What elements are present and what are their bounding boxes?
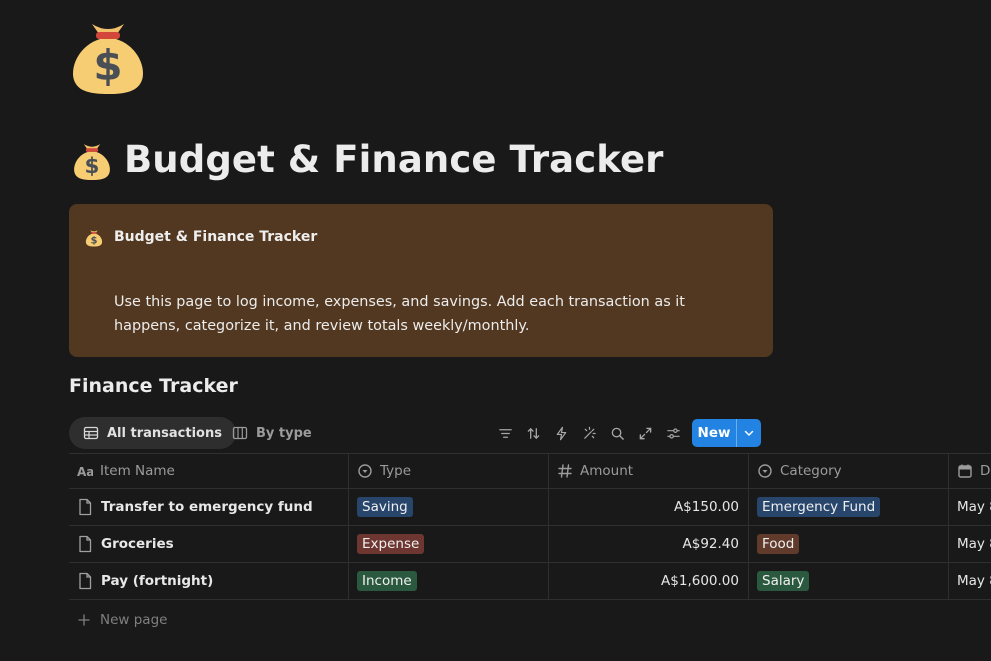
category-tag: Salary <box>757 571 810 591</box>
new-page-label: New page <box>100 612 168 628</box>
date-cell[interactable]: May 8 <box>948 526 991 562</box>
page-icon <box>79 498 92 516</box>
new-button[interactable]: New <box>692 419 761 447</box>
item-name-cell[interactable]: Transfer to emergency fund <box>69 489 348 525</box>
category-cell[interactable]: Emergency Fund <box>748 489 948 525</box>
filter-icon[interactable] <box>494 423 516 443</box>
type-cell[interactable]: Saving <box>348 489 548 525</box>
type-cell[interactable]: Expense <box>348 526 548 562</box>
date-cell[interactable]: May 8 <box>948 489 991 525</box>
category-tag: Food <box>757 534 800 554</box>
type-tag: Income <box>357 571 417 591</box>
category-cell[interactable]: Salary <box>748 563 948 599</box>
table-icon <box>83 426 99 440</box>
tab-all-transactions[interactable]: All transactions <box>69 417 236 449</box>
svg-text:$: $ <box>93 41 122 90</box>
settings-icon[interactable] <box>662 423 684 443</box>
page-title-row: $ Budget & Finance Tracker <box>72 133 664 185</box>
callout-block[interactable]: $ Budget & Finance Tracker Use this page… <box>69 204 773 357</box>
type-tag: Expense <box>357 534 425 554</box>
select-icon <box>358 464 372 478</box>
category-cell[interactable]: Food <box>748 526 948 562</box>
select-icon <box>758 464 772 478</box>
money-bag-icon[interactable]: $ <box>70 10 146 96</box>
svg-text:$: $ <box>91 235 98 246</box>
callout-heading: Budget & Finance Tracker <box>114 229 318 245</box>
automation-icon[interactable] <box>550 423 572 443</box>
board-icon <box>232 426 248 440</box>
column-label: Item Name <box>100 463 175 479</box>
svg-text:$: $ <box>85 154 100 179</box>
column-header-item-name[interactable]: Aa Item Name <box>69 454 348 488</box>
column-label: D <box>980 463 991 479</box>
page-title[interactable]: Budget & Finance Tracker <box>124 138 664 181</box>
notion-page: $ $ Budget & Finance Tracker $ Budget & … <box>0 0 991 661</box>
tab-label: By type <box>256 425 312 441</box>
svg-text:Aa: Aa <box>77 465 93 479</box>
amount-cell[interactable]: A$1,600.00 <box>548 563 748 599</box>
search-icon[interactable] <box>606 423 628 443</box>
item-name: Transfer to emergency fund <box>101 499 313 515</box>
column-header-amount[interactable]: Amount <box>548 454 748 488</box>
page-icon <box>79 572 92 590</box>
tab-label: All transactions <box>107 425 222 441</box>
item-name: Pay (fortnight) <box>101 573 214 589</box>
amount-cell[interactable]: A$150.00 <box>548 489 748 525</box>
date-cell[interactable]: May 8 <box>948 563 991 599</box>
item-name-cell[interactable]: Pay (fortnight) <box>69 563 348 599</box>
sort-icon[interactable] <box>522 423 544 443</box>
plus-icon <box>78 614 90 626</box>
page-icon <box>79 535 92 553</box>
callout-body: Use this page to log income, expenses, a… <box>114 294 685 334</box>
type-tag: Saving <box>357 497 413 517</box>
item-name: Groceries <box>101 536 174 552</box>
amount-cell[interactable]: A$92.40 <box>548 526 748 562</box>
column-label: Amount <box>580 463 634 479</box>
column-header-category[interactable]: Category <box>748 454 948 488</box>
calendar-icon <box>958 464 972 478</box>
database-title[interactable]: Finance Tracker <box>69 375 238 397</box>
chevron-down-icon[interactable] <box>736 419 761 447</box>
column-header-date[interactable]: D <box>948 454 991 488</box>
item-name-cell[interactable]: Groceries <box>69 526 348 562</box>
table-row[interactable]: Transfer to emergency fund Saving A$150.… <box>69 489 991 526</box>
number-hash-icon <box>558 464 572 478</box>
type-cell[interactable]: Income <box>348 563 548 599</box>
new-button-label[interactable]: New <box>692 419 736 447</box>
ai-sparkle-icon[interactable] <box>578 423 600 443</box>
table-row[interactable]: Pay (fortnight) Income A$1,600.00 Salary… <box>69 563 991 600</box>
column-label: Type <box>380 463 412 479</box>
column-header-type[interactable]: Type <box>348 454 548 488</box>
category-tag: Emergency Fund <box>757 497 881 517</box>
column-label: Category <box>780 463 842 479</box>
expand-icon[interactable] <box>634 423 656 443</box>
money-bag-icon: $ <box>85 227 103 247</box>
database-table: Aa Item Name Type Amount Category D Tran… <box>69 453 991 600</box>
new-page-button[interactable]: New page <box>78 610 167 630</box>
money-bag-icon: $ <box>72 137 112 181</box>
table-header-row: Aa Item Name Type Amount Category D <box>69 453 991 489</box>
table-row[interactable]: Groceries Expense A$92.40 Food May 8 <box>69 526 991 563</box>
title-aa-icon: Aa <box>77 465 93 479</box>
tab-by-type[interactable]: By type <box>218 417 326 449</box>
database-toolbar <box>494 423 684 443</box>
